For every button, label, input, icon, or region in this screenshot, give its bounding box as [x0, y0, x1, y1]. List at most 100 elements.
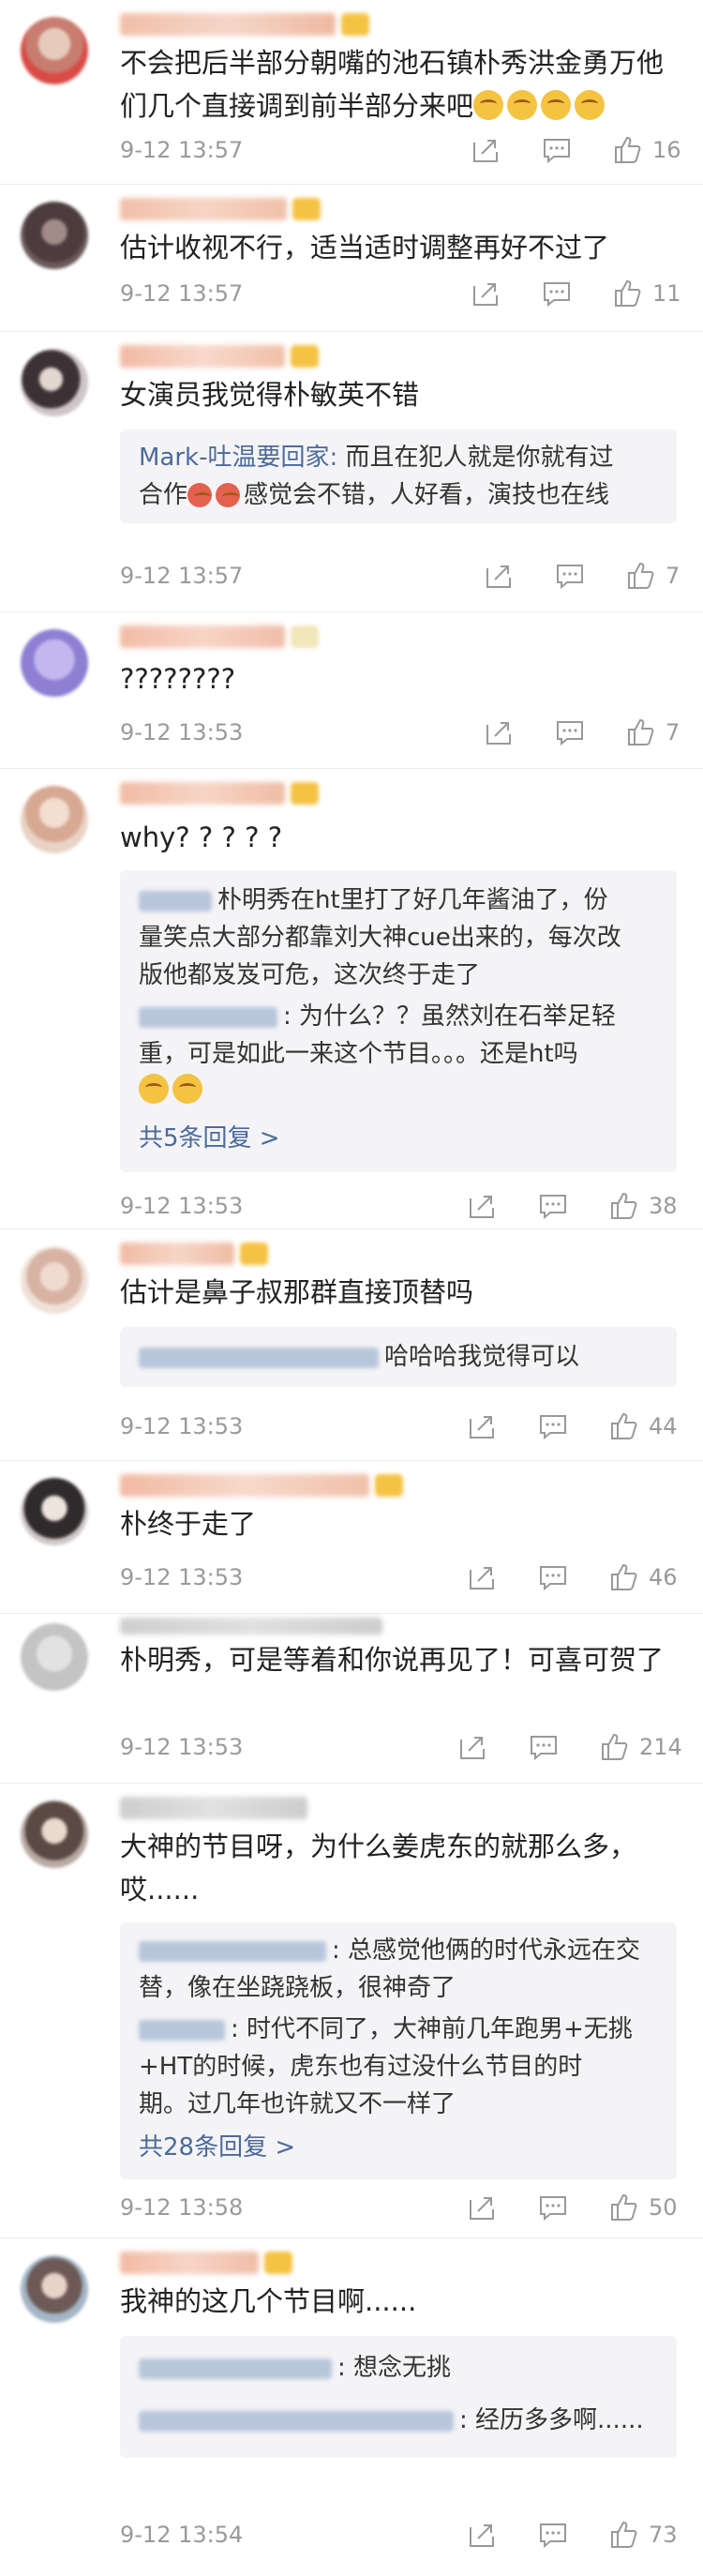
username[interactable]: [120, 1618, 382, 1634]
avatar[interactable]: [21, 786, 88, 853]
comment-item: ???????? 9-12 13:53 7: [0, 612, 703, 769]
comment-icon[interactable]: [542, 135, 572, 165]
like-count: 16: [652, 137, 681, 163]
comment-item: 大神的节目呀，为什么姜虎东的就那么多，哎...... : 总感觉他俩的时代永远在…: [0, 1784, 703, 2238]
angry-emoji-icon: [216, 483, 241, 507]
reply-box[interactable]: Mark-吐温要回家: 而且在犯人就是你就有过 合作 感觉会不错，人好看，演技也在…: [120, 429, 677, 523]
share-icon[interactable]: [484, 561, 514, 591]
share-icon[interactable]: [471, 135, 501, 165]
avatar[interactable]: [21, 202, 88, 269]
comment-icon[interactable]: [538, 2192, 568, 2222]
username[interactable]: [120, 1243, 234, 1265]
comment-icon[interactable]: [555, 561, 585, 591]
username[interactable]: [120, 625, 285, 648]
reply-username[interactable]: [139, 2410, 454, 2432]
laugh-emoji-icon: [473, 90, 504, 120]
share-icon[interactable]: [467, 1562, 497, 1592]
comment-icon[interactable]: [538, 1191, 568, 1221]
share-icon[interactable]: [467, 1411, 497, 1441]
comment-icon[interactable]: [529, 1732, 559, 1762]
username[interactable]: [120, 2252, 259, 2274]
comment-text: 我神的这几个节目啊......: [120, 2285, 417, 2317]
like-icon[interactable]: [609, 1411, 639, 1441]
avatar[interactable]: [21, 1800, 88, 1868]
like-icon[interactable]: [609, 1562, 639, 1592]
comment-item: 朴明秀，可是等着和你说再见了！可喜可贺了 9-12 13:53 214: [0, 1614, 703, 1784]
username[interactable]: [120, 13, 336, 36]
comment-icon[interactable]: [538, 1411, 568, 1441]
comment-footer: 9-12 13:57 7: [120, 557, 681, 595]
like-icon[interactable]: [609, 1191, 639, 1221]
vip-badge: [291, 625, 319, 648]
like-icon[interactable]: [626, 717, 656, 747]
reply-line: 替，像在坐跷跷板，很神奇了: [139, 1974, 456, 2002]
share-icon[interactable]: [484, 717, 514, 747]
like-count: 44: [649, 1413, 678, 1439]
like-count: 7: [666, 719, 681, 746]
like-count: 73: [649, 2522, 678, 2548]
reply-line: Mark-吐温要回家: 而且在犯人就是你就有过: [139, 444, 614, 472]
comment-item: 估计收视不行，适当适时调整再好不过了 9-12 13:57 11: [0, 185, 703, 332]
avatar[interactable]: [21, 17, 88, 84]
reply-username[interactable]: [139, 1347, 379, 1368]
reply-line: [139, 1073, 660, 1110]
vip-badge: [291, 782, 319, 805]
username[interactable]: [120, 1797, 307, 1819]
share-icon[interactable]: [467, 2192, 497, 2222]
comment-text: 朴终于走了: [120, 1508, 257, 1540]
comment-icon[interactable]: [538, 1562, 568, 1592]
comment-item: 估计是鼻子叔那群直接顶替吗 哈哈哈我觉得可以 9-12 13:53 44: [0, 1229, 703, 1461]
timestamp: 9-12 13:57: [120, 137, 244, 163]
reply-username[interactable]: [139, 2358, 332, 2379]
laugh-emoji-icon: [172, 1074, 202, 1104]
comment-text: 朴明秀，可是等着和你说再见了！可喜可贺了: [120, 1644, 665, 1676]
avatar[interactable]: [21, 1623, 88, 1691]
comment-icon[interactable]: [555, 717, 585, 747]
avatar[interactable]: [21, 1246, 88, 1314]
avatar[interactable]: [21, 349, 88, 416]
comment-text: 估计是鼻子叔那群直接顶替吗: [120, 1276, 474, 1308]
more-replies-link[interactable]: 共5条回复 >: [139, 1120, 660, 1157]
reply-box[interactable]: 朴明秀在ht里打了好几年酱油了，份 量笑点大部分都靠刘大神cue出来的，每次改 …: [120, 870, 677, 1172]
share-icon[interactable]: [457, 1732, 487, 1762]
like-count: 7: [666, 563, 681, 589]
reply-username[interactable]: [139, 1940, 326, 1962]
avatar[interactable]: [21, 2255, 88, 2323]
share-icon[interactable]: [467, 1191, 497, 1221]
more-replies-link[interactable]: 共28条回复 >: [139, 2129, 660, 2166]
avatar[interactable]: [21, 629, 88, 697]
reply-username[interactable]: [139, 890, 212, 911]
laugh-emoji-icon: [139, 1074, 169, 1104]
reply-line: 期。过几年也许就又不一样了: [139, 2090, 456, 2118]
reply-line: : 总感觉他俩的时代永远在交: [139, 1932, 660, 1969]
like-icon[interactable]: [626, 561, 656, 591]
like-icon[interactable]: [613, 279, 643, 309]
reply-username[interactable]: Mark-吐温要回家:: [139, 444, 337, 472]
username[interactable]: [120, 1474, 369, 1497]
reply-box[interactable]: 哈哈哈我觉得可以: [120, 1327, 677, 1387]
comment-icon[interactable]: [542, 279, 572, 309]
like-icon[interactable]: [613, 135, 643, 165]
username[interactable]: [120, 782, 285, 805]
comment-text: ????????: [120, 663, 236, 695]
avatar[interactable]: [21, 1478, 88, 1545]
vip-badge: [292, 198, 321, 220]
reply-line: 量笑点大部分都靠刘大神cue出来的，每次改: [139, 924, 621, 952]
reply-line: : 时代不同了，大神前几年跑男+无挑: [139, 2011, 660, 2048]
username[interactable]: [120, 345, 285, 368]
comment-item: 不会把后半部分朝嘴的池石镇朴秀洪金勇万他们几个直接调到前半部分来吧 9-12 1…: [0, 0, 703, 185]
reply-box[interactable]: : 想念无挑 : 经历多多啊......: [120, 2336, 677, 2458]
reply-line: 合作 感觉会不错，人好看，演技也在线: [139, 481, 610, 509]
like-icon[interactable]: [600, 1732, 630, 1762]
like-icon[interactable]: [609, 2192, 639, 2222]
reply-username[interactable]: [139, 2019, 225, 2041]
share-icon[interactable]: [467, 2520, 497, 2550]
username[interactable]: [120, 198, 287, 220]
reply-username[interactable]: [139, 1006, 277, 1028]
comment-text: 估计收视不行，适当适时调整再好不过了: [120, 232, 610, 264]
comment-icon[interactable]: [538, 2520, 568, 2550]
like-icon[interactable]: [609, 2520, 639, 2550]
share-icon[interactable]: [471, 279, 501, 309]
reply-box[interactable]: : 总感觉他俩的时代永远在交 替，像在坐跷跷板，很神奇了 : 时代不同了，大神前…: [120, 1922, 677, 2179]
comment-text: 不会把后半部分朝嘴的池石镇朴秀洪金勇万他们几个直接调到前半部分来吧: [120, 47, 665, 122]
